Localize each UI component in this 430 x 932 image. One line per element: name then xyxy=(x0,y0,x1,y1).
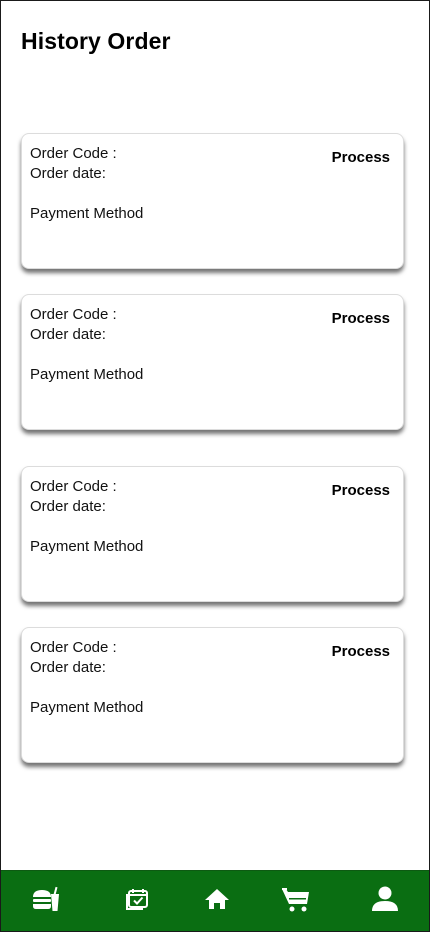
nav-item-profile[interactable] xyxy=(365,871,405,927)
order-date-label: Order date: xyxy=(30,165,106,182)
order-card[interactable]: Order Code : Order date: Payment Method … xyxy=(21,133,404,269)
order-code-label: Order Code : xyxy=(30,145,117,162)
order-status: Process xyxy=(331,149,390,166)
payment-method-label: Payment Method xyxy=(30,205,144,222)
payment-method-label: Payment Method xyxy=(30,699,144,716)
order-card[interactable]: Order Code : Order date: Payment Method … xyxy=(21,466,404,602)
order-date-label: Order date: xyxy=(30,326,106,343)
order-status: Process xyxy=(331,482,390,499)
cart-icon xyxy=(282,888,309,912)
user-icon xyxy=(372,886,398,911)
nav-item-schedule[interactable] xyxy=(117,871,157,927)
bottom-nav xyxy=(1,870,429,931)
order-status: Process xyxy=(331,310,390,327)
payment-method-label: Payment Method xyxy=(30,538,144,555)
nav-item-home[interactable] xyxy=(197,871,237,927)
order-code-label: Order Code : xyxy=(30,478,117,495)
order-card[interactable]: Order Code : Order date: Payment Method … xyxy=(21,294,404,430)
order-date-label: Order date: xyxy=(30,498,106,515)
page-title: History Order xyxy=(21,28,171,54)
order-code-label: Order Code : xyxy=(30,639,117,656)
order-date-label: Order date: xyxy=(30,659,106,676)
nav-item-cart[interactable] xyxy=(276,871,316,927)
history-order-screen: History Order Order Code : Order date: P… xyxy=(0,0,430,932)
food-icon xyxy=(33,886,59,911)
payment-method-label: Payment Method xyxy=(30,366,144,383)
order-card[interactable]: Order Code : Order date: Payment Method … xyxy=(21,627,404,763)
home-icon xyxy=(205,889,229,909)
order-code-label: Order Code : xyxy=(30,306,117,323)
order-status: Process xyxy=(331,643,390,660)
calendar-check-icon xyxy=(126,889,148,910)
nav-item-food[interactable] xyxy=(25,871,65,927)
